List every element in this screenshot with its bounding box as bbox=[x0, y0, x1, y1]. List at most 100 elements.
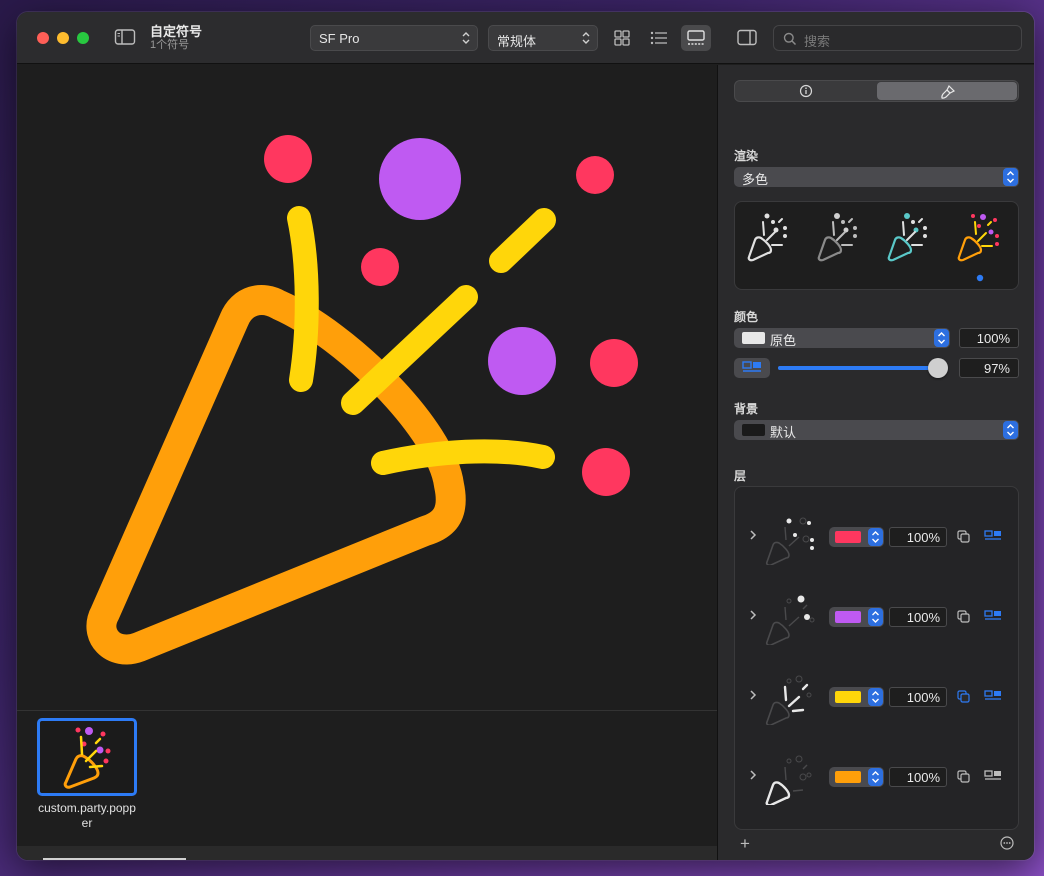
search-placeholder: 搜索 bbox=[804, 34, 831, 49]
updown-chevron-icon bbox=[868, 768, 883, 786]
color-select[interactable]: 原色 bbox=[734, 328, 950, 348]
layer-row-red[interactable]: 100% bbox=[735, 497, 1020, 577]
updown-chevron-icon bbox=[934, 329, 949, 347]
close-button[interactable] bbox=[37, 32, 49, 44]
variable-slider-track[interactable] bbox=[778, 358, 949, 378]
palette-option[interactable] bbox=[887, 213, 927, 262]
variable-slider-knob[interactable] bbox=[928, 358, 949, 378]
font-weight-select[interactable]: 常规体 bbox=[488, 25, 598, 51]
layer-color-well[interactable] bbox=[829, 607, 884, 627]
color-swatch bbox=[742, 332, 765, 344]
confetti-dot-purple bbox=[488, 327, 556, 395]
party-popper-preview bbox=[86, 135, 638, 665]
layer-preview-icon bbox=[765, 755, 812, 805]
layer-row-yellow[interactable]: 100% bbox=[735, 657, 1020, 737]
chevron-right-icon[interactable] bbox=[749, 769, 757, 781]
layer-preview-icon bbox=[765, 675, 812, 725]
layer-opacity-field[interactable]: 100% bbox=[889, 687, 947, 707]
hierarchical-option[interactable] bbox=[817, 213, 857, 262]
streamer-yellow bbox=[371, 439, 555, 475]
updown-chevron-icon bbox=[868, 688, 883, 706]
tab-info[interactable] bbox=[736, 82, 876, 100]
duplicate-icon[interactable] bbox=[957, 530, 971, 544]
layers-label: 层 bbox=[734, 469, 747, 483]
window-title: 自定符号 bbox=[150, 24, 203, 39]
color-opacity-field[interactable]: 100% bbox=[959, 328, 1019, 348]
updown-chevron-icon bbox=[1003, 421, 1018, 439]
layers-list: 100% 100% 100% 100% bbox=[734, 486, 1019, 830]
layer-opacity-field[interactable]: 100% bbox=[889, 607, 947, 627]
font-family-select[interactable]: SF Pro bbox=[310, 25, 478, 51]
list-view-icon[interactable] bbox=[647, 27, 671, 49]
layer-color-well[interactable] bbox=[829, 527, 884, 547]
layer-color-swatch bbox=[835, 531, 861, 543]
confetti-dot-red bbox=[264, 135, 312, 183]
chevron-right-icon[interactable] bbox=[749, 529, 757, 541]
chevron-right-icon[interactable] bbox=[749, 689, 757, 701]
minimize-button[interactable] bbox=[57, 32, 69, 44]
color-value: 原色 bbox=[770, 333, 797, 348]
variable-color-icon[interactable] bbox=[984, 530, 1002, 544]
updown-chevron-icon bbox=[868, 528, 883, 546]
layer-color-swatch bbox=[835, 611, 861, 623]
background-select[interactable]: 默认 bbox=[734, 420, 1019, 440]
variable-color-icon[interactable] bbox=[984, 770, 1002, 784]
monochrome-option[interactable] bbox=[747, 213, 787, 262]
duplicate-icon[interactable] bbox=[957, 610, 971, 624]
layer-row-purple[interactable]: 100% bbox=[735, 577, 1020, 657]
gallery-scrollbar[interactable] bbox=[17, 846, 717, 860]
titlebar: 自定符号 1个符号 SF Pro 常规体 搜索 bbox=[17, 12, 1034, 64]
selected-indicator-dot bbox=[976, 274, 984, 282]
gallery-view-icon[interactable] bbox=[681, 25, 711, 51]
duplicate-icon[interactable] bbox=[957, 690, 971, 704]
scrollbar-thumb[interactable] bbox=[43, 858, 186, 860]
grid-view-icon[interactable] bbox=[610, 27, 634, 49]
layer-opacity-field[interactable]: 100% bbox=[889, 527, 947, 547]
rendering-mode-value: 多色 bbox=[742, 172, 769, 187]
color-label: 颜色 bbox=[734, 310, 759, 324]
confetti-dot-red bbox=[590, 339, 638, 387]
zoom-button[interactable] bbox=[77, 32, 89, 44]
layer-row-orange[interactable]: 100% bbox=[735, 737, 1020, 817]
confetti-dot-red bbox=[582, 448, 630, 496]
paintbrush-icon bbox=[941, 84, 956, 99]
updown-chevron-icon bbox=[868, 608, 883, 626]
background-label: 背景 bbox=[734, 402, 759, 416]
sidebar-toggle-icon[interactable] bbox=[114, 28, 136, 46]
variable-color-icon bbox=[742, 361, 761, 372]
font-weight-value: 常规体 bbox=[497, 34, 537, 49]
add-layer-button[interactable]: + bbox=[740, 834, 750, 854]
updown-chevron-icon bbox=[462, 32, 470, 44]
inspector-toggle-icon[interactable] bbox=[735, 27, 759, 49]
tab-style[interactable] bbox=[877, 82, 1017, 100]
rendering-mode-select[interactable]: 多色 bbox=[734, 167, 1019, 187]
variable-color-icon[interactable] bbox=[984, 610, 1002, 624]
inspector-panel: 渲染 多色 颜色 原色 100% 97% 背景 默认 层 100% 100% 1… bbox=[717, 65, 1034, 860]
duplicate-icon[interactable] bbox=[957, 770, 971, 784]
app-window: 自定符号 1个符号 SF Pro 常规体 搜索 custom.party.pop… bbox=[17, 12, 1034, 860]
more-options-icon[interactable] bbox=[1000, 836, 1014, 850]
variable-color-icon[interactable] bbox=[984, 690, 1002, 704]
search-field[interactable]: 搜索 bbox=[773, 25, 1022, 51]
updown-chevron-icon bbox=[1003, 168, 1018, 186]
window-subtitle: 1个符号 bbox=[150, 39, 190, 51]
layer-opacity-field[interactable]: 100% bbox=[889, 767, 947, 787]
multicolor-option[interactable] bbox=[957, 214, 999, 262]
layer-color-well[interactable] bbox=[829, 687, 884, 707]
streamer-yellow bbox=[287, 206, 319, 392]
chevron-right-icon[interactable] bbox=[749, 609, 757, 621]
inspector-tab-control bbox=[734, 80, 1019, 102]
symbol-thumbnail[interactable] bbox=[37, 718, 137, 796]
layer-color-swatch bbox=[835, 691, 861, 703]
party-popper-icon bbox=[63, 727, 111, 789]
layer-color-well[interactable] bbox=[829, 767, 884, 787]
variable-value-field[interactable]: 97% bbox=[959, 358, 1019, 378]
background-value: 默认 bbox=[770, 425, 797, 440]
background-swatch bbox=[742, 424, 765, 436]
updown-chevron-icon bbox=[582, 32, 590, 44]
window-title-block: 自定符号 1个符号 bbox=[150, 24, 202, 52]
confetti-dot-purple bbox=[379, 138, 461, 220]
variable-toggle-button[interactable] bbox=[734, 358, 770, 378]
streamer-yellow bbox=[489, 208, 556, 273]
layer-preview-icon bbox=[765, 517, 814, 565]
